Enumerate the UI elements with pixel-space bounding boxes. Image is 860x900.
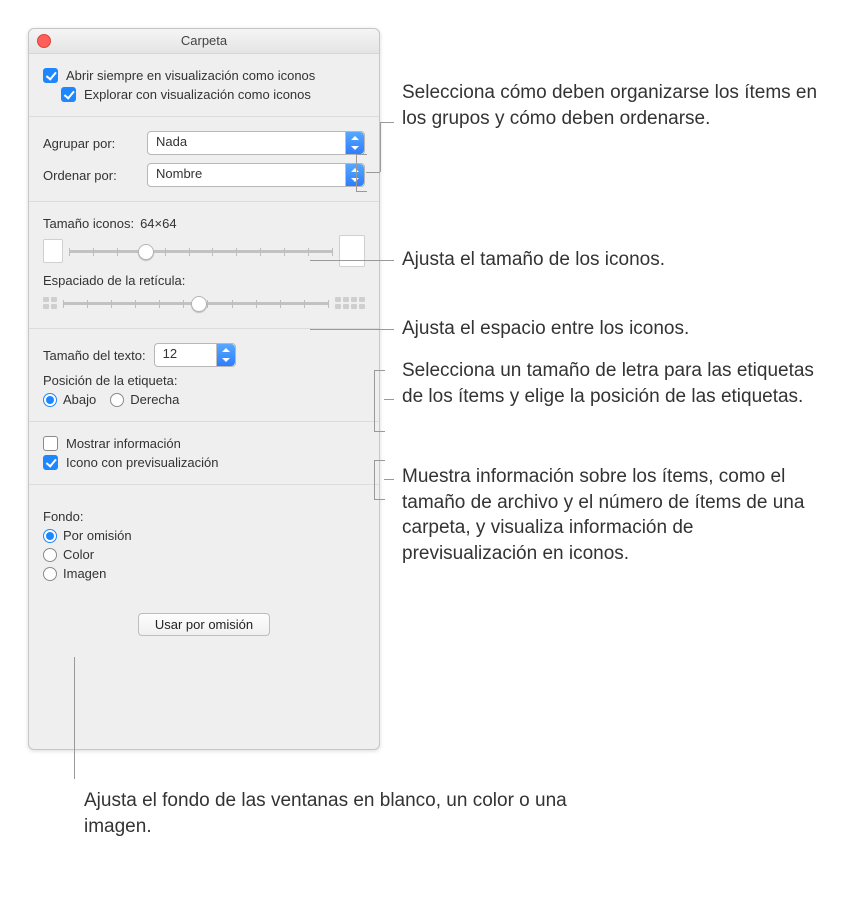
large-file-icon bbox=[339, 235, 365, 267]
callout-line bbox=[384, 399, 394, 400]
label-icon-preview: Icono con previsualización bbox=[66, 455, 218, 470]
label-group-by: Agrupar por: bbox=[43, 136, 147, 151]
select-sort-by[interactable]: Nombre bbox=[147, 163, 365, 187]
checkbox-browse-icons[interactable] bbox=[61, 87, 76, 102]
titlebar[interactable]: Carpeta bbox=[29, 29, 379, 54]
grid-wide-icon bbox=[43, 297, 57, 309]
chevron-updown-icon bbox=[345, 132, 364, 154]
label-bg-image: Imagen bbox=[63, 566, 106, 581]
callout-line bbox=[380, 122, 381, 172]
slider-icon-size[interactable] bbox=[69, 240, 333, 262]
window-title: Carpeta bbox=[29, 29, 379, 53]
section-info: Mostrar información Icono con previsuali… bbox=[29, 421, 379, 484]
annotation-info-preview: Muestra información sobre los ítems, com… bbox=[402, 464, 822, 567]
slider-grid-spacing[interactable] bbox=[63, 292, 329, 314]
grid-tight-icon bbox=[335, 297, 365, 309]
annotation-organize: Selecciona cómo deben organizarse los ít… bbox=[402, 80, 822, 131]
small-file-icon bbox=[43, 239, 63, 263]
footer: Usar por omisión bbox=[29, 595, 379, 650]
select-text-size-value: 12 bbox=[163, 346, 177, 361]
radio-bg-default[interactable] bbox=[43, 529, 57, 543]
label-bg-default: Por omisión bbox=[63, 528, 132, 543]
label-label-right: Derecha bbox=[130, 392, 179, 407]
callout-line bbox=[74, 657, 75, 779]
annotation-background: Ajusta el fondo de las ventanas en blanc… bbox=[84, 788, 584, 839]
radio-label-right[interactable] bbox=[110, 393, 124, 407]
callout-line bbox=[310, 329, 394, 330]
callout-bracket bbox=[374, 460, 385, 500]
section-text: Tamaño del texto: 12 Posición de la etiq… bbox=[29, 328, 379, 421]
label-browse-icons: Explorar con visualización como iconos bbox=[84, 87, 311, 102]
annotation-icon-size: Ajusta el tamaño de los iconos. bbox=[402, 247, 822, 273]
label-label-position: Posición de la etiqueta: bbox=[43, 373, 177, 388]
label-bg-color: Color bbox=[63, 547, 94, 562]
label-text-size: Tamaño del texto: bbox=[43, 348, 146, 363]
label-show-info: Mostrar información bbox=[66, 436, 181, 451]
radio-bg-color[interactable] bbox=[43, 548, 57, 562]
label-icon-size: Tamaño iconos: bbox=[43, 216, 134, 231]
section-view-mode: Abrir siempre en visualización como icon… bbox=[29, 54, 379, 116]
select-sort-by-value: Nombre bbox=[156, 166, 202, 181]
checkbox-show-info[interactable] bbox=[43, 436, 58, 451]
annotation-text-labels: Selecciona un tamaño de letra para las e… bbox=[402, 358, 822, 409]
radio-bg-image[interactable] bbox=[43, 567, 57, 581]
checkbox-always-icons[interactable] bbox=[43, 68, 58, 83]
section-icon-size: Tamaño iconos: 64×64 Espaciado de la ret… bbox=[29, 201, 379, 328]
annotation-grid-spacing: Ajusta el espacio entre los iconos. bbox=[402, 316, 822, 342]
label-grid-spacing: Espaciado de la retícula: bbox=[43, 273, 185, 288]
label-background: Fondo: bbox=[43, 509, 83, 524]
label-label-bottom: Abajo bbox=[63, 392, 96, 407]
callout-bracket bbox=[374, 370, 385, 432]
section-background: Fondo: Por omisión Color Imagen bbox=[29, 484, 379, 595]
label-always-icons: Abrir siempre en visualización como icon… bbox=[66, 68, 315, 83]
label-sort-by: Ordenar por: bbox=[43, 168, 147, 183]
callout-line bbox=[366, 172, 380, 173]
chevron-updown-icon bbox=[216, 344, 235, 366]
callout-line bbox=[310, 260, 394, 261]
radio-label-bottom[interactable] bbox=[43, 393, 57, 407]
select-group-by-value: Nada bbox=[156, 134, 187, 149]
value-icon-size: 64×64 bbox=[140, 216, 177, 231]
use-defaults-button[interactable]: Usar por omisión bbox=[138, 613, 270, 636]
select-text-size[interactable]: 12 bbox=[154, 343, 236, 367]
callout-line bbox=[380, 122, 394, 123]
section-organize: Agrupar por: Nada Ordenar por: Nombre bbox=[29, 116, 379, 201]
callout-bracket bbox=[356, 154, 367, 192]
checkbox-icon-preview[interactable] bbox=[43, 455, 58, 470]
callout-line bbox=[384, 479, 394, 480]
select-group-by[interactable]: Nada bbox=[147, 131, 365, 155]
view-options-window: Carpeta Abrir siempre en visualización c… bbox=[28, 28, 380, 750]
